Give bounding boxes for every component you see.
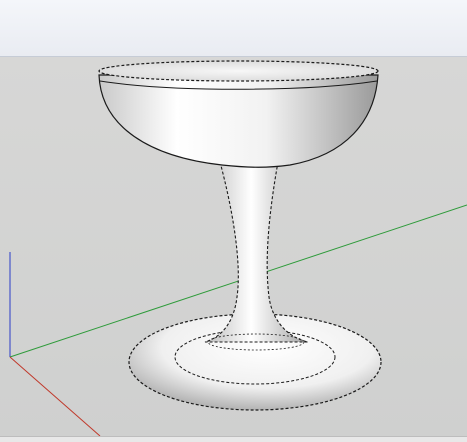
red-axis bbox=[9, 356, 101, 436]
viewport-canvas[interactable] bbox=[0, 57, 467, 436]
status-bar bbox=[0, 436, 467, 442]
toolbar-area bbox=[0, 0, 467, 57]
modeling-viewport[interactable] bbox=[0, 57, 467, 436]
goblet-bowl[interactable] bbox=[98, 60, 379, 168]
sketchup-window bbox=[0, 0, 467, 442]
